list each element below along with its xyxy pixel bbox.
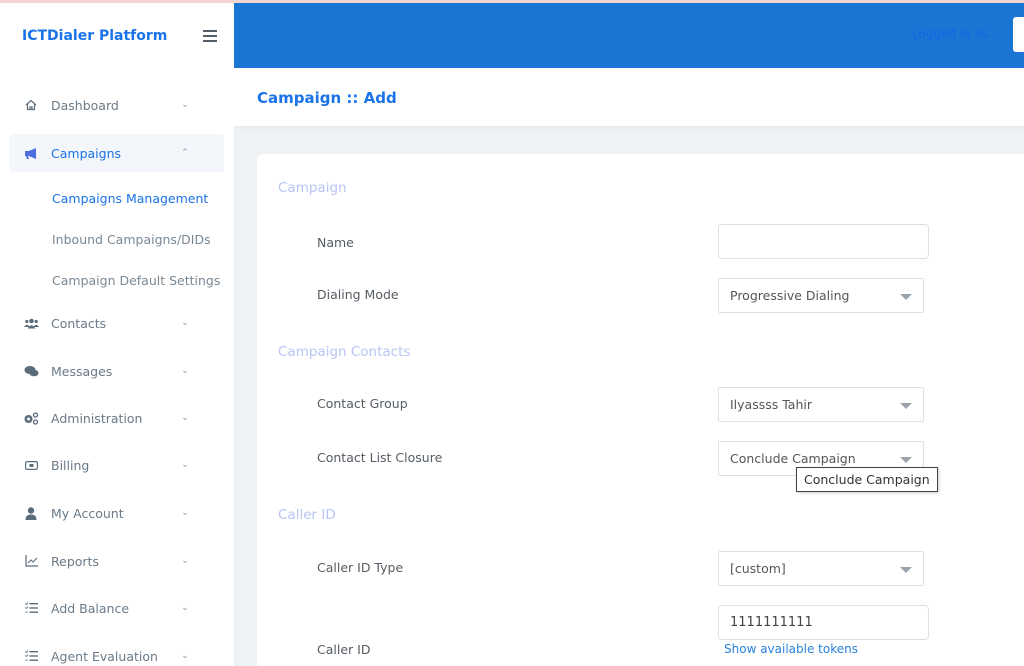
contact-list-closure-label: Contact List Closure [317, 450, 443, 465]
dialing-mode-value: Progressive Dialing [730, 288, 850, 303]
chevron-down-icon: ⌄ [181, 460, 189, 470]
megaphone-icon [23, 145, 39, 161]
show-tokens-link[interactable]: Show available tokens [724, 642, 858, 656]
sidebar-item-add-balance[interactable]: Add Balance ⌄ [9, 589, 224, 627]
top-navbar: Logged in as : [234, 3, 1024, 68]
dropdown-caret-icon [900, 567, 912, 573]
sidebar-item-campaigns[interactable]: Campaigns ⌃ [9, 134, 224, 172]
sidebar-subitem-campaign-default-settings[interactable]: Campaign Default Settings [52, 273, 220, 288]
contact-group-value: Ilyassss Tahir [730, 397, 813, 412]
chevron-down-icon: ⌄ [181, 413, 189, 423]
dropdown-caret-icon [900, 294, 912, 300]
caller-id-label: Caller ID [317, 642, 371, 657]
money-bill-icon [23, 457, 39, 473]
users-icon [23, 315, 39, 331]
dialing-mode-label: Dialing Mode [317, 287, 399, 302]
sidebar-item-label: Administration [51, 410, 143, 426]
name-label: Name [317, 235, 354, 250]
chevron-down-icon: ⌄ [181, 603, 189, 613]
user-icon [23, 505, 39, 521]
chevron-down-icon: ⌄ [181, 366, 189, 376]
sidebar: ICTDialer Platform Dashboard ⌄ Campaigns… [0, 3, 234, 666]
chevron-down-icon: ⌄ [181, 651, 189, 661]
dropdown-caret-icon [900, 457, 912, 463]
sidebar-subitem-campaigns-management[interactable]: Campaigns Management [52, 191, 208, 206]
sidebar-item-label: Reports [51, 553, 99, 569]
sidebar-item-billing[interactable]: Billing ⌄ [9, 446, 224, 484]
sidebar-item-administration[interactable]: Administration ⌄ [9, 399, 224, 437]
comments-icon [23, 363, 39, 379]
sidebar-item-label: My Account [51, 505, 124, 521]
home-icon [23, 97, 39, 113]
sidebar-item-label: Contacts [51, 315, 107, 331]
page-header: Campaign :: Add [234, 68, 1024, 126]
contact-group-label: Contact Group [317, 396, 408, 411]
dialing-mode-select[interactable]: Progressive Dialing [718, 278, 924, 313]
sidebar-item-reports[interactable]: Reports ⌄ [9, 542, 224, 580]
name-input[interactable] [718, 224, 929, 259]
cogs-icon [23, 410, 39, 426]
caller-id-input[interactable] [718, 605, 929, 640]
sidebar-item-contacts[interactable]: Contacts ⌄ [9, 304, 224, 342]
sidebar-item-label: Dashboard [51, 97, 119, 113]
dropdown-caret-icon [900, 403, 912, 409]
page-title: Campaign :: Add [257, 89, 397, 107]
caller-id-type-value: [custom] [730, 561, 786, 576]
sidebar-item-agent-evaluation[interactable]: Agent Evaluation ⌄ [9, 637, 224, 666]
sidebar-item-label: Agent Evaluation [51, 648, 158, 664]
sidebar-item-messages[interactable]: Messages ⌄ [9, 352, 224, 390]
brand-logo[interactable]: ICTDialer Platform [22, 28, 167, 44]
sidebar-item-label: Messages [51, 363, 113, 379]
list-check-icon [23, 648, 39, 664]
sidebar-item-my-account[interactable]: My Account ⌄ [9, 494, 224, 532]
campaign-form-card: Campaign Name Dialing Mode Progressive D… [257, 154, 1024, 666]
chevron-down-icon: ⌄ [181, 100, 189, 110]
section-title-campaign-contacts: Campaign Contacts [278, 344, 411, 360]
chevron-down-icon: ⌄ [181, 556, 189, 566]
user-menu-button[interactable] [1013, 17, 1024, 52]
window-top-border [0, 0, 1024, 3]
tooltip: Conclude Campaign [796, 467, 938, 492]
menu-toggle-icon[interactable] [203, 30, 217, 42]
sidebar-item-label: Add Balance [51, 600, 130, 616]
sidebar-item-label: Billing [51, 457, 90, 473]
logged-in-label: Logged in as : [911, 27, 996, 41]
chevron-down-icon: ⌄ [181, 508, 189, 518]
chevron-up-icon: ⌃ [181, 148, 189, 158]
sidebar-item-dashboard[interactable]: Dashboard ⌄ [9, 86, 224, 124]
chart-line-icon [23, 553, 39, 569]
caller-id-type-label: Caller ID Type [317, 560, 404, 575]
chevron-down-icon: ⌄ [181, 318, 189, 328]
contact-group-select[interactable]: Ilyassss Tahir [718, 387, 924, 422]
section-title-caller-id: Caller ID [278, 507, 336, 523]
sidebar-item-label: Campaigns [51, 145, 122, 161]
sidebar-subitem-inbound-campaigns[interactable]: Inbound Campaigns/DIDs [52, 232, 211, 247]
caller-id-type-select[interactable]: [custom] [718, 551, 924, 586]
list-check-icon [23, 600, 39, 616]
contact-list-closure-value: Conclude Campaign [730, 451, 856, 466]
section-title-campaign: Campaign [278, 180, 347, 196]
